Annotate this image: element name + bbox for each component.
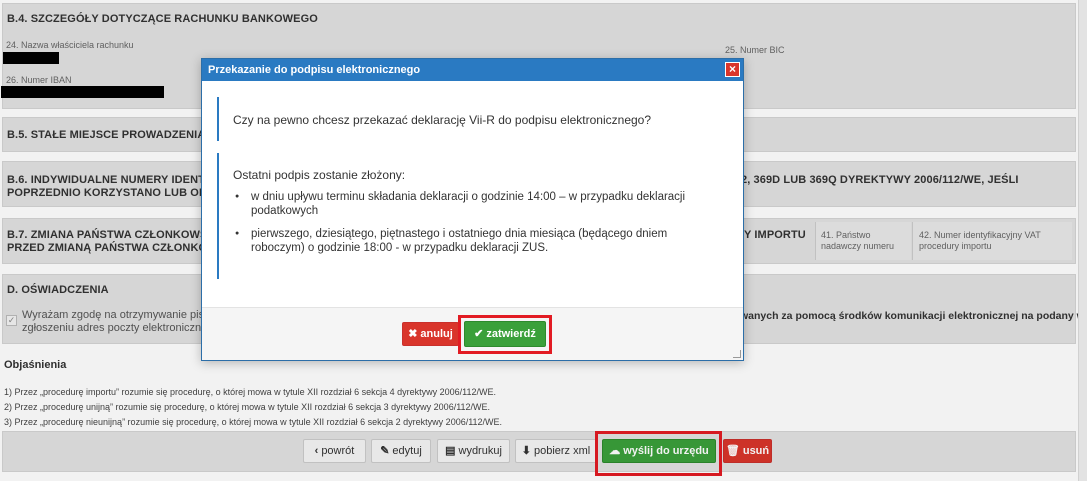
cancel-label: anuluj — [420, 328, 453, 340]
confirm-label: zatwierdź — [486, 328, 536, 340]
check-icon: ✔ — [474, 328, 484, 340]
resize-handle[interactable] — [733, 350, 741, 358]
question-text: Czy na pewno chcesz przekazać deklarację… — [233, 113, 652, 127]
info-list: w dniu upływu terminu składania deklarac… — [233, 190, 713, 264]
close-icon[interactable]: × — [725, 62, 740, 77]
info-bullet-1: w dniu upływu terminu składania deklarac… — [233, 190, 713, 218]
info-heading: Ostatni podpis zostanie złożony: — [233, 168, 406, 182]
x-icon: ✖ — [408, 328, 418, 340]
confirm-button[interactable]: ✔ zatwierdź — [464, 321, 546, 347]
info-box: Ostatni podpis zostanie złożony: w dniu … — [217, 153, 727, 279]
esignature-dialog: Przekazanie do podpisu elektronicznego ×… — [201, 58, 744, 361]
dialog-footer: ✖ anuluj ✔ zatwierdź — [202, 307, 743, 360]
dialog-header: Przekazanie do podpisu elektronicznego × — [202, 59, 743, 81]
dialog-title: Przekazanie do podpisu elektronicznego — [208, 64, 421, 76]
info-bullet-2: pierwszego, dziesiątego, piętnastego i o… — [233, 227, 713, 255]
cancel-button[interactable]: ✖ anuluj — [402, 322, 459, 346]
question-box: Czy na pewno chcesz przekazać deklarację… — [217, 97, 727, 141]
